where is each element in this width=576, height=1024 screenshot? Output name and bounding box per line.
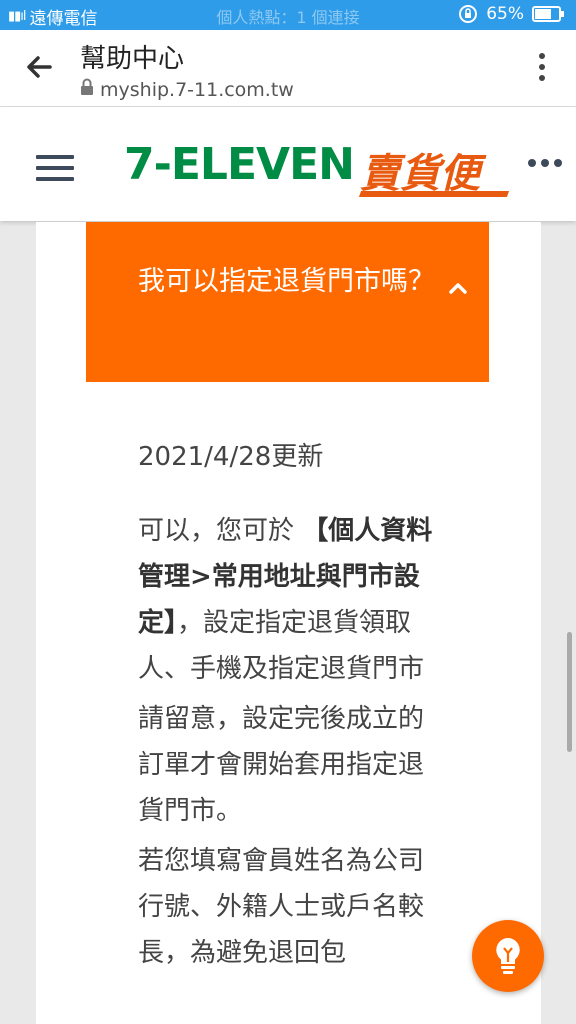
battery-icon: [532, 6, 564, 22]
help-button[interactable]: [472, 920, 544, 992]
faq-card: 我可以指定退貨門市嗎？ 2021/4/28更新 可以，您可於 【個人資料管理>常…: [36, 222, 541, 1024]
logo-swoosh: [358, 191, 510, 197]
hamburger-icon[interactable]: [36, 155, 74, 185]
more-dots-icon[interactable]: [528, 159, 562, 167]
faq-question-header[interactable]: 我可以指定退貨門市嗎？: [86, 222, 489, 382]
browser-toolbar: 幫助中心 myship.7-11.com.tw: [0, 30, 576, 107]
lightbulb-icon: [494, 936, 522, 976]
brand-logo[interactable]: 7-ELEVEN: [124, 139, 355, 190]
status-right: 65%: [458, 4, 564, 24]
url-text: myship.7-11.com.tw: [100, 78, 294, 101]
faq-answer: 可以，您可於 【個人資料管理>常用地址與門市設定】，設定指定退貨領取人、手機及指…: [138, 508, 438, 980]
updated-date: 2021/4/28更新: [138, 442, 324, 472]
lock-icon: [80, 78, 94, 101]
answer-paragraph-1: 可以，您可於 【個人資料管理>常用地址與門市設定】，設定指定退貨領取人、手機及指…: [138, 508, 438, 692]
status-bar: ▮▮ıl 遠傳電信 個人熱點：1 個連接 65%: [0, 0, 576, 30]
back-arrow-icon[interactable]: [22, 50, 56, 84]
answer-paragraph-3: 若您填寫會員姓名為公司行號、外籍人士或戶名較長，為避免退回包: [138, 846, 425, 968]
kebab-menu-icon[interactable]: [538, 52, 546, 82]
url-display[interactable]: myship.7-11.com.tw: [80, 78, 294, 101]
rotation-lock-icon: [458, 4, 478, 24]
site-header: 7-ELEVEN 賣貨便: [0, 107, 576, 221]
service-logo[interactable]: 賣貨便: [358, 141, 510, 199]
chevron-up-icon[interactable]: [447, 280, 469, 296]
scrollbar[interactable]: [567, 632, 572, 752]
answer-text: 可以，您可於: [138, 516, 303, 546]
battery-percent: 65%: [486, 4, 524, 24]
page-title: 幫助中心: [80, 44, 185, 74]
answer-paragraph-2: 請留意，設定完後成立的訂單才會開始套用指定退貨門市。: [138, 704, 425, 826]
answer-text: ，設定指定退貨領取人、手機及指定退貨門市: [138, 608, 425, 684]
faq-question: 我可以指定退貨門市嗎？: [138, 266, 435, 297]
